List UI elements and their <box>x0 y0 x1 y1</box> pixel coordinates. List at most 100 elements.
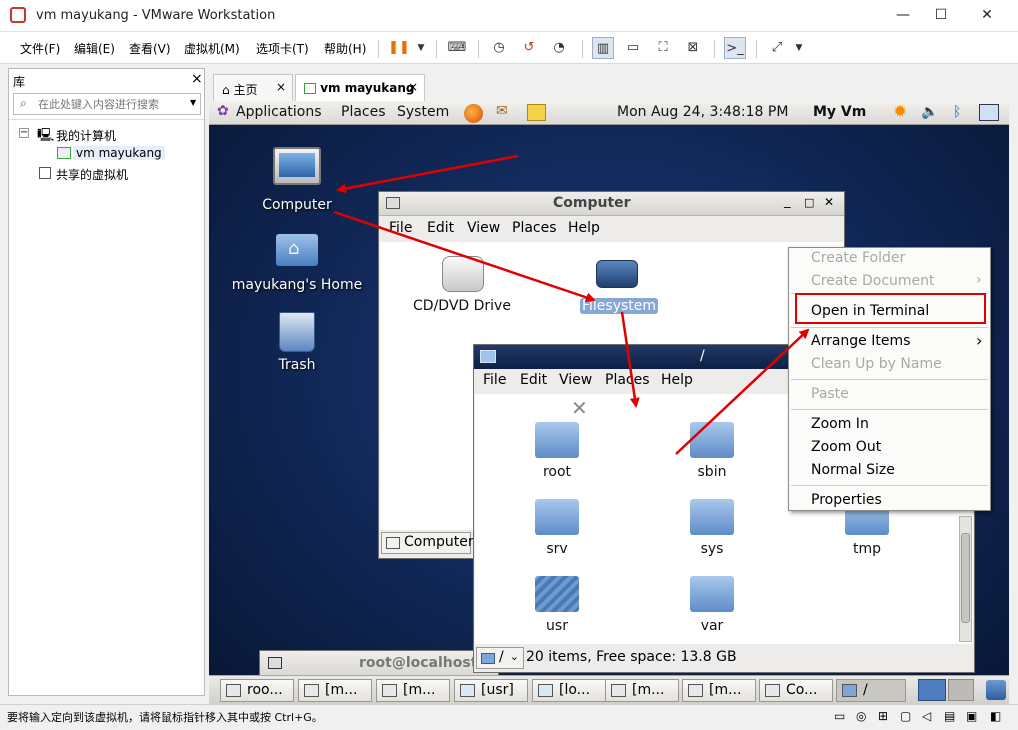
hard-disk-icon[interactable]: ▭ <box>834 709 845 723</box>
folder-label-srv[interactable]: srv <box>517 541 597 557</box>
close-icon[interactable]: ✕ <box>824 195 834 209</box>
trash-applet-icon[interactable] <box>986 680 1006 700</box>
applications-menu[interactable]: Applications <box>236 104 322 120</box>
taskbar-item[interactable]: roo... <box>220 679 294 702</box>
desktop-label-home[interactable]: mayukang's Home <box>227 277 367 293</box>
computer-menu-places[interactable]: Places <box>512 220 557 236</box>
taskbar-item[interactable]: Co... <box>759 679 833 702</box>
folder-label-tmp[interactable]: tmp <box>827 541 907 557</box>
thumbnail-bar-icon[interactable]: ▭ <box>622 37 644 59</box>
tree-shared-vms[interactable]: 共享的虚拟机 <box>56 166 128 183</box>
filesystem-drive-icon[interactable] <box>596 260 638 288</box>
network-icon[interactable] <box>979 104 999 121</box>
folder-label-root[interactable]: root <box>517 464 597 480</box>
computer-menu-edit[interactable]: Edit <box>427 220 454 236</box>
taskbar-item[interactable]: [usr] <box>454 679 528 702</box>
snapshot-icon[interactable]: ◷ <box>488 37 510 59</box>
ctx-paste[interactable]: Paste <box>811 386 849 402</box>
panel-clock[interactable]: Mon Aug 24, 3:48:18 PM <box>617 104 788 120</box>
chevron-down-icon[interactable]: ▼ <box>190 98 196 107</box>
ctx-arrange-items[interactable]: Arrange Items <box>811 333 910 349</box>
computer-desktop-icon[interactable] <box>273 147 321 185</box>
folder-icon[interactable] <box>690 576 734 612</box>
taskbar-item[interactable]: [m... <box>298 679 372 702</box>
menu-vm[interactable]: 虚拟机(M) <box>184 40 240 57</box>
filesystem-label[interactable]: Filesystem <box>580 298 658 314</box>
taskbar-item[interactable]: [m... <box>605 679 679 702</box>
folder-icon[interactable] <box>690 499 734 535</box>
menu-file[interactable]: 文件(F) <box>20 40 60 57</box>
ctx-create-document[interactable]: Create Document <box>811 273 935 289</box>
taskbar-item[interactable]: [lo... <box>532 679 606 702</box>
notes-icon[interactable] <box>527 104 546 121</box>
library-search-input[interactable] <box>38 96 178 112</box>
revert-snapshot-icon[interactable]: ↺ <box>518 37 540 59</box>
computer-menu-view[interactable]: View <box>467 220 500 236</box>
send-keys-icon[interactable]: ⌨ <box>446 37 468 59</box>
desktop-label-computer[interactable]: Computer <box>249 197 345 213</box>
volume-icon[interactable]: 🔈 <box>921 104 938 120</box>
menu-view[interactable]: 查看(V) <box>129 40 171 57</box>
folder-label-usr[interactable]: usr <box>517 618 597 634</box>
computer-menu-help[interactable]: Help <box>568 220 600 236</box>
stretch-icon[interactable]: ⤢ <box>766 37 788 59</box>
tab-vm-mayukang[interactable]: vm mayukang × <box>295 74 425 101</box>
collapse-icon[interactable]: − <box>19 128 29 138</box>
maximize-icon[interactable]: □ <box>804 196 814 209</box>
ctx-properties[interactable]: Properties <box>811 492 882 508</box>
chevron-down-icon[interactable]: ▼ <box>788 37 810 59</box>
workspace-2[interactable] <box>948 679 974 701</box>
taskbar-item[interactable]: [m... <box>682 679 756 702</box>
scrollbar[interactable] <box>959 516 972 642</box>
tree-my-computer[interactable]: 我的计算机 <box>56 127 116 144</box>
root-menu-edit[interactable]: Edit <box>520 372 547 388</box>
desktop-label-trash[interactable]: Trash <box>259 357 335 373</box>
maximize-button[interactable]: ☐ <box>918 0 964 32</box>
close-button[interactable]: ✕ <box>964 0 1010 32</box>
root-menu-help[interactable]: Help <box>661 372 693 388</box>
workspace-1[interactable] <box>918 679 946 701</box>
ctx-normal-size[interactable]: Normal Size <box>811 462 895 478</box>
computer-location-button[interactable]: Computer <box>381 532 474 554</box>
computer-menu-file[interactable]: File <box>389 220 412 236</box>
root-menu-file[interactable]: File <box>483 372 506 388</box>
folder-icon[interactable] <box>535 499 579 535</box>
folder-icon[interactable] <box>690 422 734 458</box>
folder-icon[interactable] <box>535 576 579 612</box>
trash-icon[interactable] <box>279 312 315 352</box>
menu-help[interactable]: 帮助(H) <box>324 40 366 57</box>
printer-icon[interactable]: ▤ <box>944 709 955 723</box>
cd-icon[interactable]: ◎ <box>856 709 866 723</box>
pause-icon[interactable]: ❚❚ <box>388 37 410 59</box>
menu-edit[interactable]: 编辑(E) <box>74 40 115 57</box>
sound-icon[interactable]: ◁ <box>922 709 931 723</box>
ctx-zoom-in[interactable]: Zoom In <box>811 416 869 432</box>
panel-user[interactable]: My Vm <box>813 104 866 120</box>
cd-dvd-drive-icon[interactable] <box>442 256 484 292</box>
menu-tabs[interactable]: 选项卡(T) <box>256 40 309 57</box>
taskbar-item[interactable]: [m... <box>376 679 450 702</box>
folder-icon[interactable] <box>535 422 579 458</box>
folder-label-var[interactable]: var <box>672 618 752 634</box>
folder-label-sbin[interactable]: sbin <box>672 464 752 480</box>
path-button[interactable]: / ⌄ <box>476 647 524 669</box>
ctx-create-folder[interactable]: Create Folder <box>811 250 905 266</box>
email-icon[interactable]: ✉ <box>496 103 508 119</box>
scrollbar-thumb[interactable] <box>961 533 970 623</box>
snapshot-manager-icon[interactable]: ◔ <box>548 37 570 59</box>
bluetooth-icon[interactable]: ᛒ <box>953 104 961 120</box>
show-library-icon[interactable]: ▥ <box>592 37 614 59</box>
tree-vm-mayukang[interactable]: vm mayukang <box>73 146 165 160</box>
fullscreen-icon[interactable]: ⛶ <box>652 37 674 59</box>
root-menu-places[interactable]: Places <box>605 372 650 388</box>
ctx-clean-up-by-name[interactable]: Clean Up by Name <box>811 356 942 372</box>
minimize-icon[interactable]: _ <box>784 194 791 209</box>
network-adapter-icon[interactable]: ⊞ <box>878 709 888 723</box>
chevron-down-icon[interactable]: ▼ <box>410 37 432 59</box>
places-menu[interactable]: Places <box>341 104 386 120</box>
taskbar-item-active[interactable]: / <box>836 679 906 702</box>
system-menu[interactable]: System <box>397 104 449 120</box>
ctx-zoom-out[interactable]: Zoom Out <box>811 439 881 455</box>
unity-icon[interactable]: ⊠ <box>682 37 704 59</box>
cd-dvd-drive-label[interactable]: CD/DVD Drive <box>402 298 522 314</box>
